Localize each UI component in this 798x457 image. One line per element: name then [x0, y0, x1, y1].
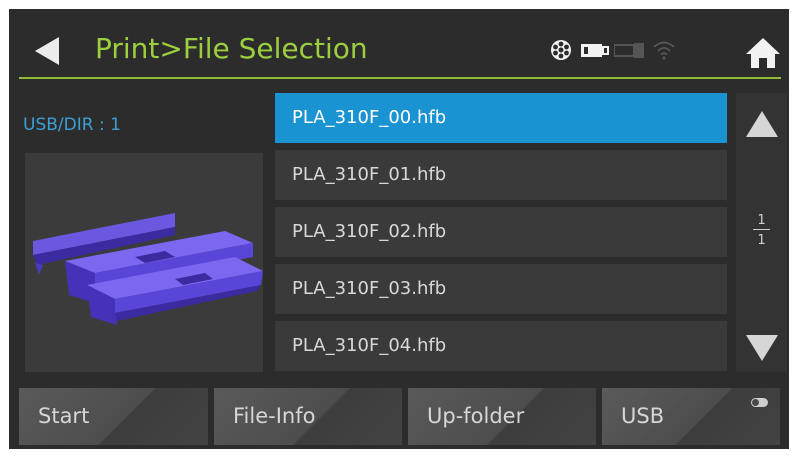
- filament-spool-icon: [551, 40, 571, 60]
- start-button-label: Start: [38, 404, 90, 428]
- usb-drive-icon: [581, 44, 609, 57]
- file-item[interactable]: PLA_310F_04.hfb: [275, 321, 727, 371]
- back-arrow-icon[interactable]: [35, 37, 59, 65]
- page-title: Print>File Selection: [95, 32, 368, 65]
- scroll-column: 1 1: [736, 93, 787, 372]
- printer-screen: Print>File Selection USB/DIR: 1 PLA_310…: [9, 9, 789, 449]
- sd-card-icon: [614, 43, 644, 58]
- start-button[interactable]: Start: [19, 388, 208, 445]
- up-folder-button[interactable]: Up-folder: [408, 388, 596, 445]
- model-preview: [25, 153, 263, 372]
- page-current: 1: [757, 213, 766, 228]
- up-folder-button-label: Up-folder: [427, 404, 525, 428]
- file-item[interactable]: PLA_310F_00.hfb: [275, 93, 727, 143]
- file-item[interactable]: PLA_310F_03.hfb: [275, 264, 727, 314]
- wifi-icon: [653, 41, 675, 60]
- scroll-up-icon[interactable]: [746, 111, 778, 137]
- usb-dir-label: USB/DIR : 1: [23, 115, 121, 135]
- home-icon[interactable]: [745, 37, 781, 69]
- file-info-button[interactable]: File-Info: [214, 388, 402, 445]
- page-total: 1: [757, 233, 766, 248]
- header: Print>File Selection: [9, 9, 789, 76]
- page-divider: [753, 229, 770, 230]
- header-divider: [19, 77, 781, 79]
- 3d-model-preview-image: [33, 213, 263, 325]
- usb-toggle-icon: [751, 398, 768, 407]
- scroll-down-icon[interactable]: [746, 335, 778, 361]
- file-item[interactable]: PLA_310F_01.hfb: [275, 150, 727, 200]
- usb-button[interactable]: USB: [602, 388, 780, 445]
- file-item[interactable]: PLA_310F_02.hfb: [275, 207, 727, 257]
- usb-button-label: USB: [621, 404, 665, 428]
- file-info-button-label: File-Info: [233, 404, 316, 428]
